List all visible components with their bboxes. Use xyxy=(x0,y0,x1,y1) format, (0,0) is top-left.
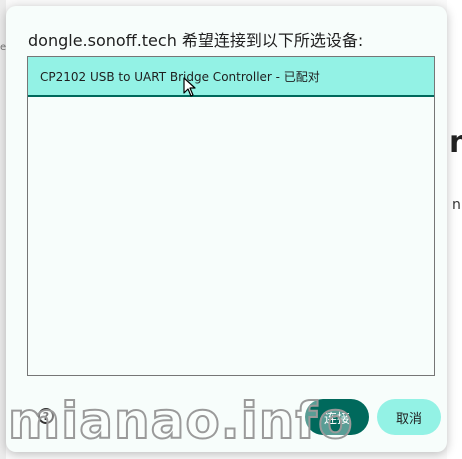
device-label: CP2102 USB to UART Bridge Controller - 已… xyxy=(40,69,320,84)
device-list[interactable]: CP2102 USB to UART Bridge Controller - 已… xyxy=(27,56,435,376)
dialog-title: dongle.sonoff.tech 希望连接到以下所选设备: xyxy=(28,31,364,50)
background-text-fragment-right: n xyxy=(452,197,461,213)
device-list-item[interactable]: CP2102 USB to UART Bridge Controller - 已… xyxy=(28,57,434,97)
watermark-text: mianao.info xyxy=(7,392,354,450)
cancel-button[interactable]: 取消 xyxy=(377,399,441,435)
serial-port-chooser-dialog: dongle.sonoff.tech 希望连接到以下所选设备: CP2102 U… xyxy=(6,6,447,452)
background-heading-fragment: n xyxy=(449,125,462,160)
background-right-strip xyxy=(447,0,462,459)
mouse-pointer-icon xyxy=(183,77,196,97)
